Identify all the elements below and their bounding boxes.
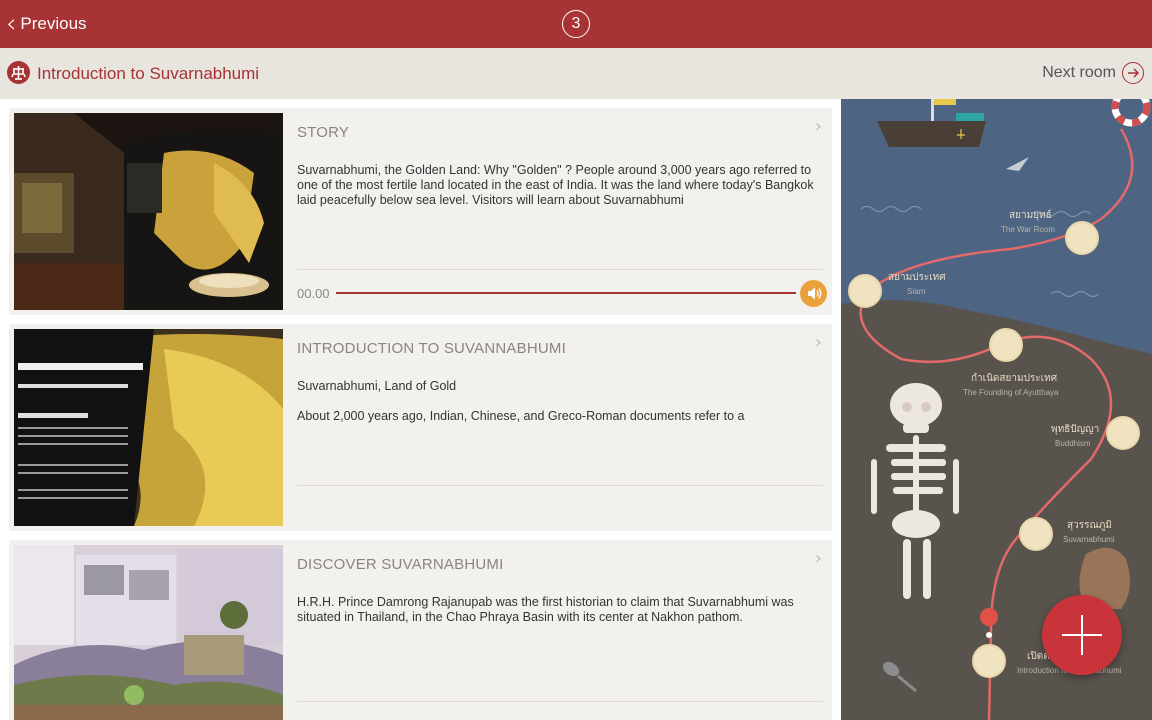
card-paragraph: About 2,000 years ago, Indian, Chinese, … [297, 409, 745, 423]
exhibit-card-discover[interactable]: DISCOVER SUVARNABHUMI › H.R.H. Prince Da… [9, 540, 832, 720]
next-room-label: Next room [1042, 64, 1116, 81]
map-label: สุวรรณภูมิ [1067, 520, 1112, 531]
previous-button[interactable]: ‹ Previous [6, 9, 87, 39]
map-node-suvarnabhumi[interactable] [1019, 517, 1053, 551]
exhibit-photo [14, 113, 283, 310]
exhibit-photo [14, 545, 283, 720]
map-sublabel: Suvarnabhumi [1063, 535, 1115, 544]
map-label: พุทธิปัญญา [1051, 424, 1100, 435]
map-node-introduction[interactable] [972, 644, 1006, 678]
map-node-ayutthaya[interactable] [989, 328, 1023, 362]
audio-play-button[interactable] [800, 280, 827, 307]
exhibition-map[interactable]: สยามยุทธ์ The War Room สยามประเทศ Siam ก… [841, 99, 1152, 720]
add-button[interactable] [1042, 595, 1122, 675]
card-paragraph: Suvarnabhumi, the Golden Land: Why "Gold… [297, 163, 814, 207]
card-paragraph: Suvarnabhumi, Land of Gold [297, 379, 457, 393]
top-bar: ‹ Previous 3 [0, 0, 1152, 48]
map-sublabel: The Founding of Ayutthaya [963, 388, 1059, 397]
chevron-right-icon[interactable]: › [815, 332, 822, 353]
card-description: H.R.H. Prince Damrong Rajanupab was the … [297, 595, 817, 640]
map-label: สยามประเทศ [888, 272, 946, 283]
audio-time: 00.00 [297, 286, 330, 301]
map-node-war-room[interactable] [1065, 221, 1099, 255]
next-room-button[interactable]: Next room [1042, 62, 1144, 84]
exhibit-list[interactable]: STORY › Suvarnabhumi, the Golden Land: W… [0, 99, 841, 720]
chevron-right-icon[interactable]: › [815, 548, 822, 569]
exhibit-card-story[interactable]: STORY › Suvarnabhumi, the Golden Land: W… [9, 108, 832, 315]
card-paragraph: H.R.H. Prince Damrong Rajanupab was the … [297, 595, 794, 624]
room-title: Introduction to Suvarnabhumi [37, 64, 260, 83]
previous-label: Previous [20, 14, 87, 33]
map-label: สยามยุทธ์ [1009, 210, 1052, 221]
map-label: กำเนิดสยามประเทศ [971, 373, 1058, 384]
exhibit-photo [14, 329, 283, 526]
audio-progress-bar[interactable] [336, 292, 796, 294]
room-header: Introduction to Suvarnabhumi Next room [0, 48, 1152, 99]
card-title: DISCOVER SUVARNABHUMI [297, 556, 504, 573]
room-number-badge: 3 [562, 10, 590, 38]
card-description: Suvarnabhumi, Land of Gold About 2,000 y… [297, 379, 817, 439]
divider [297, 701, 823, 702]
card-description: Suvarnabhumi, the Golden Land: Why "Gold… [297, 163, 817, 223]
chevron-right-icon[interactable]: › [815, 116, 822, 137]
arrow-right-icon [1122, 62, 1144, 84]
card-title: STORY [297, 124, 350, 141]
speaker-icon [808, 287, 822, 300]
map-sublabel: Buddhism [1055, 439, 1091, 448]
map-node-buddhism[interactable] [1106, 416, 1140, 450]
room-emblem-icon [7, 61, 30, 84]
divider [297, 269, 823, 270]
divider [297, 485, 823, 486]
chevron-left-icon: ‹ [6, 9, 17, 39]
exhibit-card-introduction[interactable]: INTRODUCTION TO SUVANNABHUMI › Suvarnabh… [9, 324, 832, 531]
map-node-siam[interactable] [848, 274, 882, 308]
map-sublabel: The War Room [1001, 225, 1055, 234]
plus-icon [1062, 615, 1102, 655]
card-title: INTRODUCTION TO SUVANNABHUMI [297, 340, 566, 357]
map-sublabel: Siam [907, 287, 926, 296]
